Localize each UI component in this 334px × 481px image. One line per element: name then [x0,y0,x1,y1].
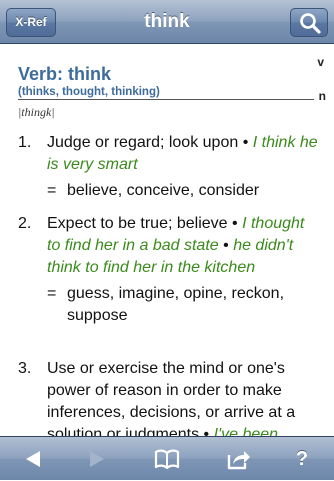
back-arrow-icon [26,451,40,467]
page-title: think [144,11,190,32]
sense-text: Judge or regard; look upon • I think he … [47,132,318,176]
bullet: • [242,134,249,151]
synonym-line: = guess, imagine, opine, reckon, suppose [47,283,318,327]
headword: Verb: think [18,64,112,84]
part-of-speech-link-verb[interactable]: v [317,55,324,69]
sense-text: Expect to be true; believe • I thought t… [47,213,318,279]
example: I've been [213,426,279,436]
share-button[interactable] [218,437,258,481]
search-button[interactable] [290,8,328,37]
bottom-toolbar: ? [0,436,334,480]
sense-1: 1. Judge or regard; look upon • I think … [18,132,318,202]
part-of-speech-link-noun[interactable]: n [319,89,326,103]
inflections: (thinks, thought, thinking) [18,86,314,100]
sense-2: 2. Expect to be true; believe • I though… [18,213,318,327]
forward-arrow-icon [90,451,104,467]
equals-sign: = [47,285,57,302]
equals-sign: = [47,182,57,199]
dictionary-entry: v Verb: think (thinks, thought, thinking… [0,44,334,436]
synonym-line: = believe, conceive, consider [47,180,318,202]
definition: Expect to be true; believe [47,215,228,232]
open-book-icon [154,449,180,470]
bookmarks-button[interactable] [146,437,186,481]
search-icon [300,13,321,34]
definition: Use or exercise the mind or one's power … [47,360,296,436]
sense-3: 3. Use or exercise the mind or one's pow… [18,358,318,436]
bullet: • [203,426,210,436]
definition: Judge or regard; look upon [47,134,239,151]
navigation-bar: X-Ref think [0,0,334,44]
pronunciation: |thingk| [18,105,55,119]
forward-button[interactable] [76,437,116,481]
sense-number: 2. [18,215,32,232]
share-icon [227,451,250,470]
sense-number: 3. [18,360,32,377]
sense-number: 1. [18,134,32,151]
help-button[interactable]: ? [282,437,322,481]
synonyms[interactable]: believe, conceive, consider [67,180,318,202]
xref-button[interactable]: X-Ref [6,8,56,37]
bullet: • [223,237,229,254]
synonyms[interactable]: guess, imagine, opine, reckon, suppose [67,283,318,327]
bullet: • [232,215,238,232]
back-button[interactable] [14,437,54,481]
sense-text: Use or exercise the mind or one's power … [47,358,318,436]
